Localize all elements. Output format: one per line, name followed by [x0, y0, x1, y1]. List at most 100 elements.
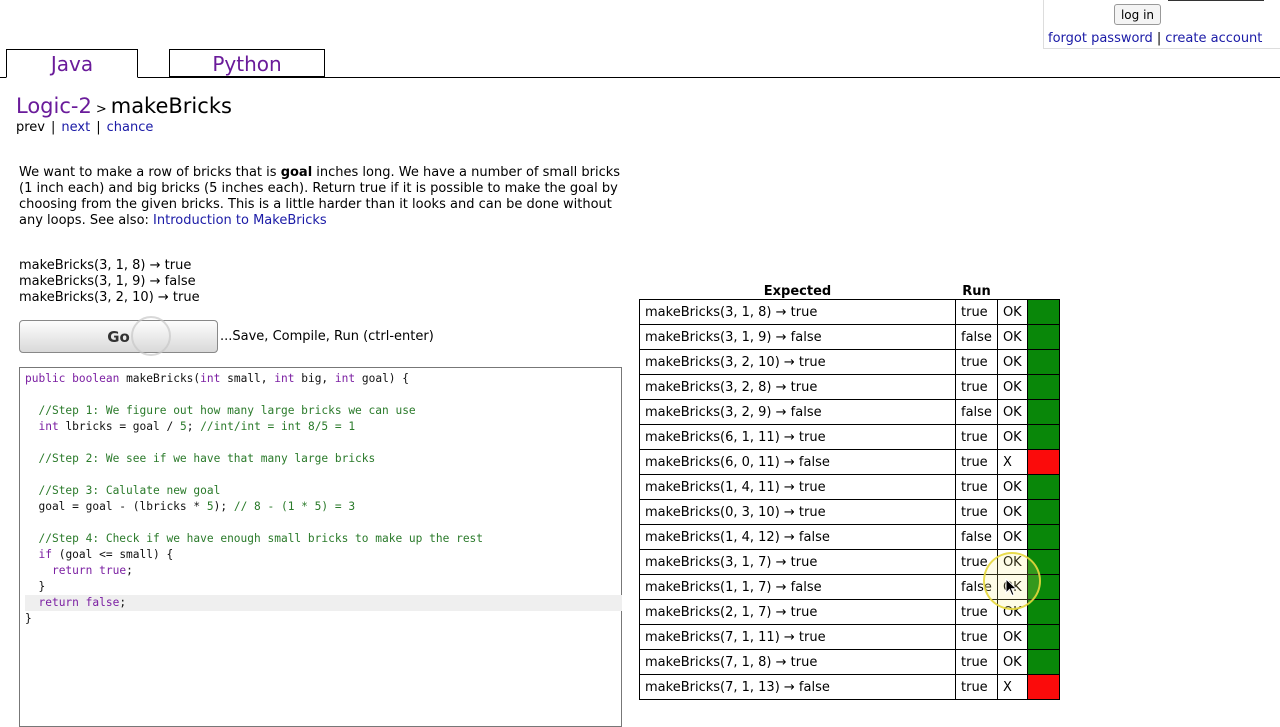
result-row: makeBricks(7, 1, 13) → false true X: [639, 674, 1060, 700]
code-line[interactable]: //Step 4: Check if we have enough small …: [25, 531, 622, 547]
forgot-password-link[interactable]: forgot password: [1048, 31, 1153, 46]
result-expected: makeBricks(2, 1, 7) → true: [639, 599, 956, 625]
go-button[interactable]: Go: [19, 320, 218, 353]
result-ok-mark: X: [996, 449, 1028, 475]
status-pass-swatch: [1026, 524, 1060, 550]
result-run-value: true: [955, 599, 998, 625]
result-run-value: false: [955, 574, 998, 600]
result-run-value: true: [955, 424, 998, 450]
ok-header: [997, 283, 1027, 300]
code-line[interactable]: return true;: [25, 563, 622, 579]
status-pass-swatch: [1026, 649, 1060, 675]
go-hint: ...Save, Compile, Run (ctrl-enter): [220, 329, 434, 344]
result-run-value: true: [955, 674, 998, 700]
account-links: forgot password | create account: [1048, 31, 1262, 46]
log-in-button[interactable]: log in: [1114, 4, 1161, 25]
code-text[interactable]: public boolean makeBricks(int small, int…: [25, 371, 622, 627]
result-row: makeBricks(1, 4, 12) → false false OK: [639, 524, 1060, 550]
result-expected: makeBricks(7, 1, 13) → false: [639, 674, 956, 700]
result-expected: makeBricks(6, 1, 11) → true: [639, 424, 956, 450]
result-row: makeBricks(3, 1, 8) → true true OK: [639, 299, 1060, 325]
result-ok-mark: OK: [996, 349, 1028, 375]
create-account-link[interactable]: create account: [1165, 31, 1262, 46]
code-line[interactable]: }: [25, 611, 622, 627]
result-ok-mark: OK: [996, 474, 1028, 500]
results-body: makeBricks(3, 1, 8) → true true OK makeBric…: [639, 299, 1060, 700]
tab-python[interactable]: Python: [169, 49, 325, 77]
result-ok-mark: OK: [996, 424, 1028, 450]
result-run-value: false: [955, 524, 998, 550]
result-expected: makeBricks(3, 1, 7) → true: [639, 549, 956, 575]
result-ok-mark: OK: [996, 624, 1028, 650]
nav-separator: |: [96, 120, 101, 135]
breadcrumb: Logic-2 > makeBricks: [16, 94, 232, 118]
code-line[interactable]: [25, 467, 622, 483]
result-row: makeBricks(3, 2, 10) → true true OK: [639, 349, 1060, 375]
result-expected: makeBricks(3, 1, 8) → true: [639, 299, 956, 325]
example-line: makeBricks(3, 2, 10) → true: [19, 290, 200, 305]
result-row: makeBricks(7, 1, 11) → true true OK: [639, 624, 1060, 650]
code-editor[interactable]: public boolean makeBricks(int small, int…: [19, 367, 622, 727]
example-line: makeBricks(3, 1, 9) → false: [19, 274, 196, 289]
code-line[interactable]: return false;: [25, 595, 622, 611]
result-row: makeBricks(3, 2, 8) → true true OK: [639, 374, 1060, 400]
result-run-value: true: [955, 299, 998, 325]
result-expected: makeBricks(7, 1, 8) → true: [639, 649, 956, 675]
status-pass-swatch: [1026, 549, 1060, 575]
run-header: Run: [962, 283, 991, 299]
breadcrumb-parent-link[interactable]: Logic-2: [16, 94, 92, 118]
code-line[interactable]: int lbricks = goal / 5; //int/int = int …: [25, 419, 622, 435]
code-line[interactable]: public boolean makeBricks(int small, int…: [25, 371, 622, 387]
result-ok-mark: OK: [996, 399, 1028, 425]
result-run-value: true: [955, 374, 998, 400]
status-pass-swatch: [1026, 374, 1060, 400]
status-pass-swatch: [1026, 499, 1060, 525]
account-links-separator: |: [1156, 31, 1162, 46]
result-ok-mark: OK: [996, 549, 1028, 575]
result-run-value: true: [955, 549, 998, 575]
code-line[interactable]: //Step 1: We figure out how many large b…: [25, 403, 622, 419]
problem-description: We want to make a row of bricks that is …: [19, 165, 629, 229]
code-line[interactable]: }: [25, 579, 622, 595]
results-panel: Expected Run makeBricks(3, 1, 8) → true t…: [639, 283, 1060, 700]
code-line[interactable]: [25, 387, 622, 403]
intro-makebricks-link[interactable]: Introduction to MakeBricks: [153, 213, 327, 228]
example-line: makeBricks(3, 1, 8) → true: [19, 258, 192, 273]
result-expected: makeBricks(0, 3, 10) → true: [639, 499, 956, 525]
result-run-value: true: [955, 449, 998, 475]
result-ok-mark: OK: [996, 574, 1028, 600]
code-line[interactable]: [25, 515, 622, 531]
result-ok-mark: OK: [996, 374, 1028, 400]
result-row: makeBricks(3, 1, 7) → true true OK: [639, 549, 1060, 575]
page-title: makeBricks: [110, 94, 232, 118]
result-run-value: true: [955, 349, 998, 375]
result-run-value: false: [955, 399, 998, 425]
result-run-value: true: [955, 499, 998, 525]
code-line[interactable]: //Step 3: Calulate new goal: [25, 483, 622, 499]
code-line[interactable]: [25, 435, 622, 451]
result-ok-mark: OK: [996, 649, 1028, 675]
password-field-underline: [1168, 0, 1264, 1]
code-line[interactable]: goal = goal - (lbricks * 5); // 8 - (1 *…: [25, 499, 622, 515]
next-link[interactable]: next: [61, 120, 90, 135]
breadcrumb-arrow: >: [95, 102, 107, 117]
result-expected: makeBricks(1, 4, 11) → true: [639, 474, 956, 500]
result-expected: makeBricks(7, 1, 11) → true: [639, 624, 956, 650]
result-expected: makeBricks(1, 4, 12) → false: [639, 524, 956, 550]
result-row: makeBricks(0, 3, 10) → true true OK: [639, 499, 1060, 525]
result-run-value: true: [955, 474, 998, 500]
result-row: makeBricks(6, 1, 11) → true true OK: [639, 424, 1060, 450]
result-row: makeBricks(3, 2, 9) → false false OK: [639, 399, 1060, 425]
code-line[interactable]: if (goal <= small) {: [25, 547, 622, 563]
result-ok-mark: X: [996, 674, 1028, 700]
chance-link[interactable]: chance: [107, 120, 154, 135]
nav-separator: |: [51, 120, 56, 135]
result-ok-mark: OK: [996, 299, 1028, 325]
result-ok-mark: OK: [996, 599, 1028, 625]
code-line[interactable]: //Step 2: We see if we have that many la…: [25, 451, 622, 467]
status-pass-swatch: [1026, 424, 1060, 450]
tab-java[interactable]: Java: [6, 49, 138, 78]
tab-bar-divider: [0, 77, 1280, 78]
status-pass-swatch: [1026, 324, 1060, 350]
status-fail-swatch: [1026, 674, 1060, 700]
